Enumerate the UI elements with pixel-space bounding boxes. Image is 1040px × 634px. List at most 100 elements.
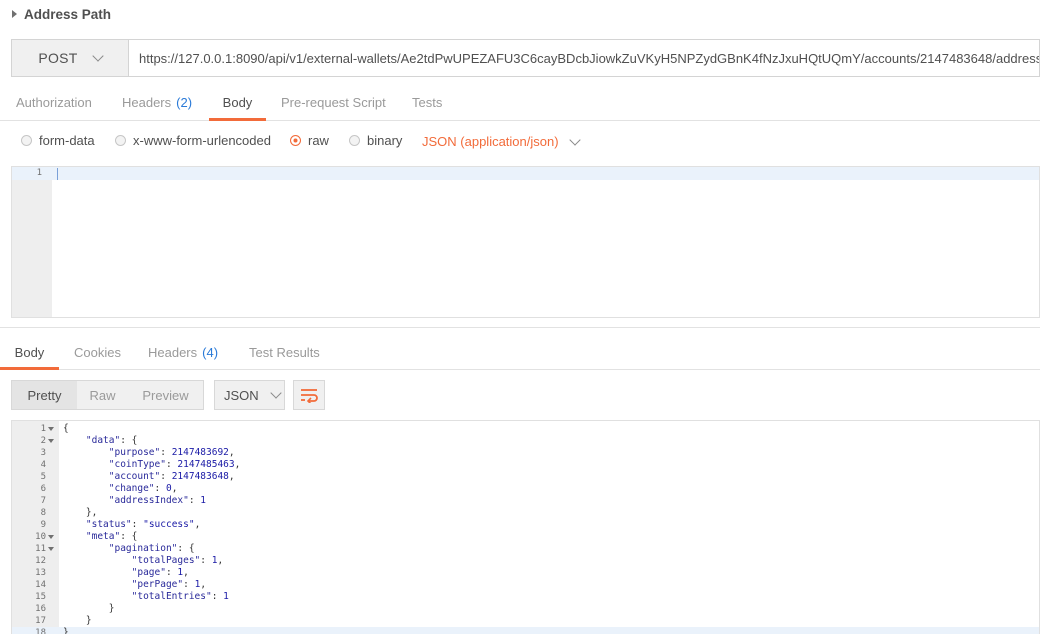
- code-text: "totalPages": 1,: [131, 555, 224, 566]
- code-line: 5 "account": 2147483648,: [12, 471, 1039, 483]
- line-number: 1: [40, 424, 46, 434]
- line-number: 11: [35, 544, 46, 554]
- view-mode-segmented: Pretty Raw Preview: [11, 380, 204, 410]
- request-tabs: Authorization Headers (2) Body Pre-reques…: [0, 88, 1040, 121]
- tab-response-headers[interactable]: Headers (4): [148, 338, 218, 369]
- line-number: 5: [40, 472, 46, 482]
- line-number: 17: [35, 616, 46, 626]
- code-text: "perPage": 1,: [131, 579, 207, 590]
- wrap-lines-button[interactable]: [293, 380, 325, 410]
- code-text: }: [63, 627, 69, 634]
- content-type-select[interactable]: JSON (application/json): [422, 133, 581, 149]
- tab-cookies[interactable]: Cookies: [74, 338, 121, 369]
- tab-test-results[interactable]: Test Results: [249, 338, 320, 369]
- code-text: "data": {: [85, 435, 138, 446]
- code-line: 9 "status": "success",: [12, 519, 1039, 531]
- tab-headers[interactable]: Headers (2): [122, 88, 192, 120]
- content-type-label: JSON (application/json): [422, 134, 559, 149]
- tab-label: Authorization: [16, 95, 92, 110]
- response-body-viewer[interactable]: 1{2 "data": {3 "purpose": 2147483692, 4 "…: [11, 420, 1040, 634]
- line-number: 7: [40, 496, 46, 506]
- tab-response-body[interactable]: Body: [0, 338, 59, 370]
- radio-label: form-data: [39, 133, 95, 148]
- fold-arrow-icon[interactable]: [48, 427, 54, 431]
- code-line: 16 }: [12, 603, 1039, 615]
- line-number: 1: [36, 168, 42, 178]
- tab-tests[interactable]: Tests: [412, 88, 442, 120]
- code-line: 11 "pagination": {: [12, 543, 1039, 555]
- url-input[interactable]: https://127.0.0.1:8090/api/v1/external-w…: [129, 40, 1039, 76]
- code-line: 1{: [12, 423, 1039, 435]
- radio-binary[interactable]: binary: [349, 133, 402, 148]
- view-preview-button[interactable]: Preview: [128, 381, 203, 409]
- code-text: {: [63, 423, 69, 434]
- line-number: 16: [35, 604, 46, 614]
- code-line: 17 }: [12, 615, 1039, 627]
- fold-arrow-icon[interactable]: [48, 547, 54, 551]
- line-number: 8: [40, 508, 46, 518]
- chevron-down-icon: [270, 387, 282, 399]
- tab-label: Cookies: [74, 345, 121, 360]
- format-label: JSON: [224, 387, 259, 403]
- chevron-down-icon: [568, 133, 581, 146]
- radio-urlencoded[interactable]: x-www-form-urlencoded: [115, 133, 271, 148]
- code-text: "change": 0,: [108, 483, 178, 494]
- wrap-lines-icon: [301, 389, 318, 403]
- code-text: "meta": {: [85, 531, 138, 542]
- tab-authorization[interactable]: Authorization: [16, 88, 92, 120]
- code-text: "pagination": {: [108, 543, 195, 554]
- tab-label: Pre-request Script: [281, 95, 386, 110]
- request-body-editor[interactable]: 1: [11, 166, 1040, 318]
- radio-selected-icon[interactable]: [290, 135, 301, 146]
- radio-label: binary: [367, 133, 403, 148]
- line-number: 2: [40, 436, 46, 446]
- method-label: POST: [38, 50, 78, 66]
- headers-count: (2): [176, 95, 193, 110]
- line-number: 18: [35, 628, 46, 634]
- line-number: 9: [40, 520, 46, 530]
- line-number: 12: [35, 556, 46, 566]
- divider: [0, 327, 1040, 328]
- code-text: "account": 2147483648,: [108, 471, 235, 482]
- code-text: },: [63, 507, 98, 518]
- code-line: 4 "coinType": 2147485463,: [12, 459, 1039, 471]
- tab-label: Body: [14, 345, 45, 360]
- tab-label: Headers: [122, 95, 172, 110]
- format-select[interactable]: JSON: [214, 380, 285, 410]
- active-line: [12, 167, 1039, 180]
- radio-icon[interactable]: [349, 135, 360, 146]
- line-number: 13: [35, 568, 46, 578]
- request-header[interactable]: Address Path: [0, 0, 1040, 28]
- text-cursor: [57, 168, 58, 180]
- code-line: 8 },: [12, 507, 1039, 519]
- code-text: "totalEntries": 1: [131, 591, 229, 602]
- method-select[interactable]: POST: [12, 40, 129, 76]
- radio-icon[interactable]: [21, 135, 32, 146]
- response-tabs: Body Cookies Headers (4) Test Results: [0, 338, 1040, 370]
- code-text: "page": 1,: [131, 567, 189, 578]
- radio-raw[interactable]: raw: [290, 133, 329, 148]
- radio-label: raw: [308, 133, 329, 148]
- collapse-caret-icon[interactable]: [12, 10, 17, 18]
- tab-body[interactable]: Body: [209, 88, 266, 121]
- code-text: }: [63, 615, 92, 626]
- editor-gutter: [12, 167, 52, 317]
- url-bar: POST https://127.0.0.1:8090/api/v1/exter…: [11, 39, 1040, 77]
- code-line: 12 "totalPages": 1,: [12, 555, 1039, 567]
- chevron-down-icon: [91, 50, 104, 62]
- line-number: 10: [35, 532, 46, 542]
- code-line: 3 "purpose": 2147483692,: [12, 447, 1039, 459]
- fold-arrow-icon[interactable]: [48, 535, 54, 539]
- line-number: 3: [40, 448, 46, 458]
- code-text: "addressIndex": 1: [108, 495, 207, 506]
- fold-arrow-icon[interactable]: [48, 439, 54, 443]
- view-raw-button[interactable]: Raw: [77, 381, 128, 409]
- tab-pre-request-script[interactable]: Pre-request Script: [281, 88, 386, 120]
- radio-icon[interactable]: [115, 135, 126, 146]
- line-number: 4: [40, 460, 46, 470]
- request-name: Address Path: [24, 6, 112, 22]
- radio-form-data[interactable]: form-data: [21, 133, 95, 148]
- view-pretty-button[interactable]: Pretty: [12, 381, 77, 409]
- tab-label: Headers: [148, 345, 198, 360]
- line-number: 6: [40, 484, 46, 494]
